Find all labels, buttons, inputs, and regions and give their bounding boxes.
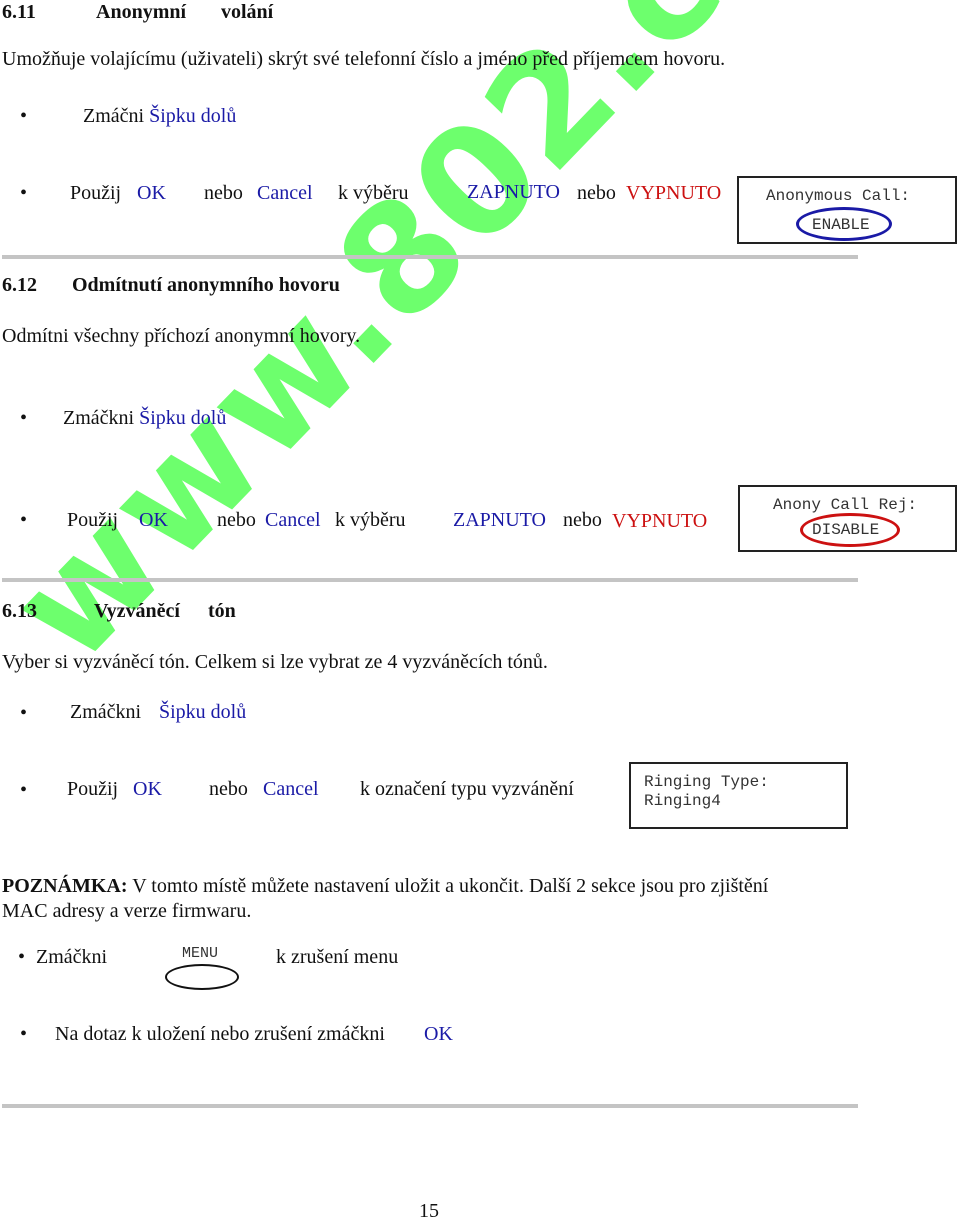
bullet-icon: • bbox=[18, 946, 26, 968]
section-6-11-number: 6.11 bbox=[2, 1, 36, 23]
section-6-13-title-word-1: Vyzváněcí bbox=[94, 600, 180, 622]
step-prefix: Použij bbox=[67, 778, 119, 800]
note-label: POZNÁMKA: bbox=[2, 875, 128, 897]
step-action: k výběru bbox=[338, 182, 409, 204]
lcd-line-2: Ringing4 bbox=[644, 792, 721, 810]
section-6-12-number: 6.12 bbox=[2, 274, 37, 296]
bullet-icon: • bbox=[20, 407, 28, 429]
key-down-arrow: Šipku dolů bbox=[139, 407, 227, 429]
section-divider bbox=[2, 1104, 858, 1108]
bullet-icon: • bbox=[20, 182, 28, 204]
step-prefix: Zmáčni bbox=[83, 105, 145, 127]
lcd-line-1: Anonymous Call: bbox=[766, 187, 911, 205]
step-or: nebo bbox=[209, 778, 248, 800]
step-or: nebo bbox=[204, 182, 243, 204]
key-ok: OK bbox=[133, 778, 162, 800]
value-on: ZAPNUTO bbox=[453, 509, 546, 531]
section-6-11-title-word-2: volání bbox=[221, 1, 274, 23]
lcd-line-1: Anony Call Rej: bbox=[773, 496, 918, 514]
step-or: nebo bbox=[563, 509, 602, 531]
step-action: k označení typu vyzvánění bbox=[360, 778, 574, 800]
key-cancel: Cancel bbox=[265, 509, 321, 531]
menu-key-label: MENU bbox=[182, 945, 219, 962]
note-text-line-2: MAC adresy a verze firmwaru. bbox=[2, 900, 252, 922]
bullet-icon: • bbox=[20, 509, 28, 531]
key-ok: OK bbox=[139, 509, 168, 531]
lcd-line-1: Ringing Type: bbox=[644, 773, 769, 791]
key-ok: OK bbox=[137, 182, 166, 204]
lcd-display-anony-call-rej: Anony Call Rej: DISABLE bbox=[738, 485, 957, 552]
section-6-13-title-word-2: tón bbox=[208, 600, 236, 622]
section-6-12-description: Odmítni všechny příchozí anonymní hovory… bbox=[2, 325, 361, 347]
section-divider bbox=[2, 255, 858, 259]
bullet-icon: • bbox=[20, 702, 28, 724]
step-text: Zmáčni Šipku dolů bbox=[83, 104, 236, 128]
step-text: Zmáčkni Šipku dolů bbox=[63, 406, 226, 430]
section-divider bbox=[2, 578, 858, 582]
step-prefix: Použij bbox=[70, 182, 122, 204]
step-prefix: Použij bbox=[67, 509, 119, 531]
section-6-11-description: Umožňuje volajícímu (uživateli) skrýt sv… bbox=[2, 48, 726, 70]
highlight-ellipse bbox=[800, 513, 900, 547]
value-off: VYPNUTO bbox=[612, 510, 708, 532]
section-6-12-title: Odmítnutí anonymního hovoru bbox=[72, 274, 340, 296]
highlight-ellipse bbox=[796, 207, 892, 241]
section-6-13-description: Vyber si vyzváněcí tón. Celkem si lze vy… bbox=[2, 651, 548, 673]
key-cancel: Cancel bbox=[263, 778, 319, 800]
page-number: 15 bbox=[419, 1200, 439, 1222]
step-prefix: Zmáčkni bbox=[36, 946, 108, 968]
step-action: k výběru bbox=[335, 509, 406, 531]
step-text: Na dotaz k uložení nebo zrušení zmáčkni bbox=[55, 1023, 385, 1045]
section-6-13-number: 6.13 bbox=[2, 600, 37, 622]
step-prefix: Zmáčkni bbox=[63, 407, 135, 429]
step-action: k zrušení menu bbox=[276, 946, 399, 968]
value-off: VYPNUTO bbox=[626, 182, 722, 204]
menu-key-icon bbox=[165, 964, 239, 990]
lcd-display-anonymous-call: Anonymous Call: ENABLE bbox=[737, 176, 957, 244]
key-down-arrow: Šipku dolů bbox=[149, 105, 237, 127]
note-paragraph: POZNÁMKA: V tomto místě můžete nastavení… bbox=[2, 874, 768, 898]
bullet-icon: • bbox=[20, 105, 28, 127]
step-or: nebo bbox=[577, 182, 616, 204]
value-on: ZAPNUTO bbox=[467, 181, 560, 203]
section-6-11-title-word-1: Anonymní bbox=[96, 1, 187, 23]
lcd-display-ringing-type: Ringing Type: Ringing4 bbox=[629, 762, 848, 829]
bullet-icon: • bbox=[20, 1023, 28, 1045]
key-ok: OK bbox=[424, 1023, 453, 1045]
note-text-line-1: V tomto místě můžete nastavení uložit a … bbox=[132, 875, 769, 897]
bullet-icon: • bbox=[20, 779, 28, 801]
key-down-arrow: Šipku dolů bbox=[159, 701, 247, 723]
step-or: nebo bbox=[217, 509, 256, 531]
key-cancel: Cancel bbox=[257, 182, 313, 204]
step-prefix: Zmáčkni bbox=[70, 701, 142, 723]
